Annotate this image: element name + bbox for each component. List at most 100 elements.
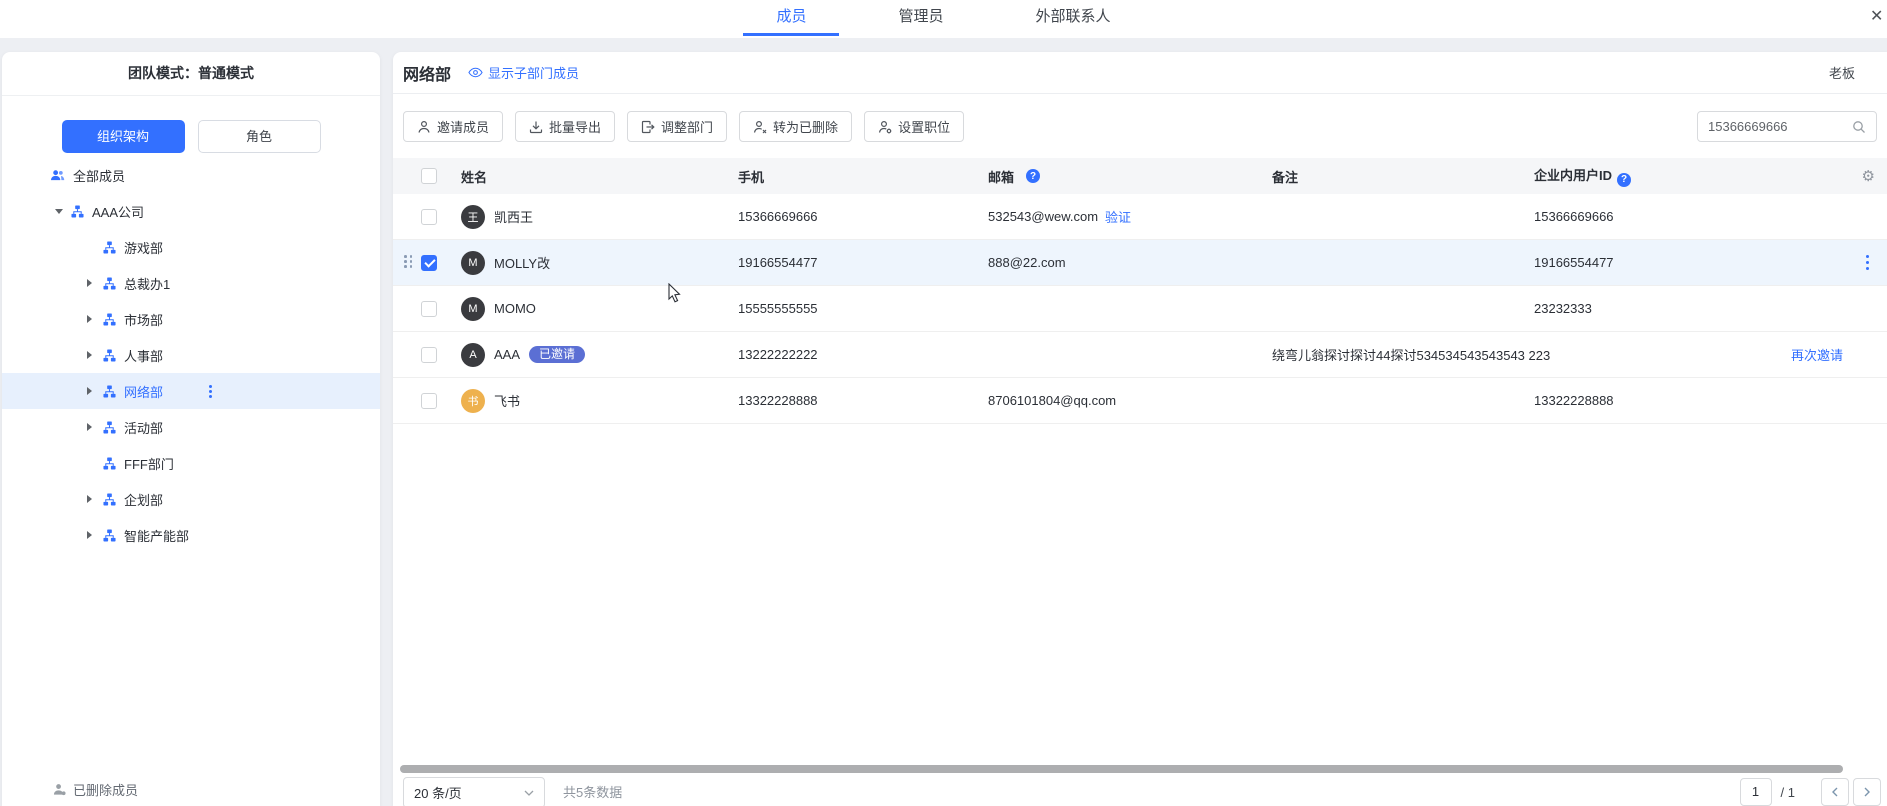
avatar: M: [461, 251, 485, 275]
move-to-deleted-label: 转为已删除: [773, 117, 838, 136]
show-sub-members-label: 显示子部门成员: [488, 63, 579, 82]
column-settings-gear-icon[interactable]: ⚙: [1862, 167, 1875, 185]
caret-right-icon[interactable]: [87, 315, 95, 323]
help-icon[interactable]: ?: [1026, 169, 1040, 183]
tree-item-game-dept[interactable]: 游戏部: [2, 229, 380, 265]
tree-item-label: 活动部: [124, 418, 163, 437]
tab-admins[interactable]: 管理员: [865, 0, 976, 36]
drag-handle-icon[interactable]: [404, 255, 413, 268]
member-row[interactable]: A AAA 已邀请 13222222222 绕弯儿翁探讨探讨44探讨534534…: [393, 332, 1887, 378]
team-mode-title: 团队模式：普通模式: [2, 52, 380, 96]
org-structure-button[interactable]: 组织架构: [62, 120, 185, 153]
org-icon: [103, 421, 116, 434]
row-checkbox[interactable]: [421, 393, 437, 409]
move-to-deleted-button[interactable]: 转为已删除: [739, 111, 852, 142]
member-name: MOMO: [494, 301, 536, 316]
eye-icon: [468, 67, 483, 78]
org-icon: [103, 313, 116, 326]
member-email: 888@22.com: [988, 255, 1066, 270]
row-checkbox[interactable]: [421, 301, 437, 317]
tree-item-smart-capacity-dept[interactable]: 智能产能部: [2, 517, 380, 553]
deleted-members-item[interactable]: 已删除成员: [2, 774, 380, 804]
row-checkbox[interactable]: [421, 209, 437, 225]
prev-page-button[interactable]: [1821, 778, 1849, 806]
member-name: AAA: [494, 347, 520, 362]
row-checkbox[interactable]: [421, 255, 437, 271]
member-phone: 15555555555: [738, 301, 988, 316]
verify-link[interactable]: 验证: [1105, 207, 1131, 226]
members-panel: 网络部 显示子部门成员 老板 邀请成员 批量导出: [393, 52, 1887, 806]
member-corp-id: 19166554477: [1534, 255, 1790, 270]
invite-member-button[interactable]: 邀请成员: [403, 111, 503, 142]
tree-item-label: 游戏部: [124, 238, 163, 257]
avatar: M: [461, 297, 485, 321]
org-icon: [103, 349, 116, 362]
search-icon[interactable]: [1852, 120, 1866, 134]
row-checkbox[interactable]: [421, 347, 437, 363]
team-management-window: 成员 管理员 外部联系人 ✕ 团队模式：普通模式 组织架构 角色 全部成员: [0, 0, 1887, 806]
tree-item-hr-dept[interactable]: 人事部: [2, 337, 380, 373]
role-button[interactable]: 角色: [198, 120, 321, 153]
page-size-select[interactable]: 20 条/页: [403, 777, 545, 806]
member-corp-id: 13322228888: [1534, 393, 1790, 408]
set-position-label: 设置职位: [898, 117, 950, 136]
tab-members[interactable]: 成员: [743, 0, 839, 36]
column-header-email: 邮箱?: [988, 167, 1272, 186]
member-row[interactable]: M MOLLY改 19166554477 888@22.com 19166554…: [393, 240, 1887, 286]
reinvite-link[interactable]: 再次邀请: [1791, 345, 1843, 364]
caret-right-icon[interactable]: [87, 279, 95, 287]
tree-item-ceo-office-1[interactable]: 总裁办1: [2, 265, 380, 301]
caret-right-icon[interactable]: [87, 495, 95, 503]
member-phone: 13322228888: [738, 393, 988, 408]
member-name: MOLLY改: [494, 253, 550, 272]
tree-item-marketing-dept[interactable]: 市场部: [2, 301, 380, 337]
caret-right-icon[interactable]: [87, 531, 95, 539]
column-header-corp-id: 企业内用户ID?: [1534, 165, 1790, 187]
search-input[interactable]: [1708, 119, 1852, 134]
next-page-button[interactable]: [1853, 778, 1881, 806]
download-icon: [529, 120, 543, 134]
horizontal-scrollbar[interactable]: [400, 765, 1843, 773]
person-add-icon: [417, 120, 431, 134]
member-name: 飞书: [494, 391, 520, 410]
row-more-icon[interactable]: [1866, 255, 1870, 271]
member-row[interactable]: 书 飞书 13322228888 8706101804@qq.com 13322…: [393, 378, 1887, 424]
deleted-members-label: 已删除成员: [73, 780, 138, 799]
sidebar-mode-switch: 组织架构 角色: [2, 120, 380, 153]
tree-item-label: FFF部门: [124, 454, 174, 473]
tree-item-aaa-company[interactable]: AAA公司: [2, 193, 380, 229]
select-all-checkbox[interactable]: [421, 168, 437, 184]
tree-item-label: AAA公司: [92, 202, 144, 221]
tree-item-network-dept[interactable]: 网络部: [2, 373, 380, 409]
department-title: 网络部: [403, 61, 451, 85]
org-icon: [103, 241, 116, 254]
tree-item-label: 智能产能部: [124, 526, 189, 545]
batch-export-button[interactable]: 批量导出: [515, 111, 615, 142]
show-sub-members-link[interactable]: 显示子部门成员: [468, 63, 579, 82]
member-row[interactable]: M MOMO 15555555555 23232333: [393, 286, 1887, 332]
caret-right-icon[interactable]: [87, 423, 95, 431]
department-header: 网络部 显示子部门成员 老板: [393, 52, 1887, 94]
tree-item-all-members[interactable]: 全部成员: [2, 157, 380, 193]
tree-item-fff-dept[interactable]: FFF部门: [2, 445, 380, 481]
member-phone: 13222222222: [738, 347, 988, 362]
adjust-department-button[interactable]: 调整部门: [627, 111, 727, 142]
batch-export-label: 批量导出: [549, 117, 601, 136]
top-tab-bar: 成员 管理员 外部联系人 ✕: [0, 0, 1887, 38]
tree-item-events-dept[interactable]: 活动部: [2, 409, 380, 445]
close-icon[interactable]: ✕: [1870, 6, 1883, 26]
tree-item-label: 全部成员: [73, 166, 125, 185]
set-position-button[interactable]: 设置职位: [864, 111, 964, 142]
help-icon[interactable]: ?: [1617, 173, 1631, 187]
tree-item-label: 网络部: [124, 382, 163, 401]
tab-external-contacts[interactable]: 外部联系人: [1003, 0, 1144, 36]
tree-item-more-icon[interactable]: [209, 385, 212, 398]
caret-right-icon[interactable]: [87, 387, 95, 395]
tree-item-label: 总裁办1: [124, 274, 170, 293]
member-row[interactable]: 王 凯西王 15366669666 532543@wew.com 验证 1536…: [393, 194, 1887, 240]
caret-down-icon[interactable]: [55, 209, 63, 214]
pagination: 1 / 1: [1740, 778, 1881, 806]
page-number-input[interactable]: 1: [1740, 778, 1772, 806]
tree-item-planning-dept[interactable]: 企划部: [2, 481, 380, 517]
caret-right-icon[interactable]: [87, 351, 95, 359]
